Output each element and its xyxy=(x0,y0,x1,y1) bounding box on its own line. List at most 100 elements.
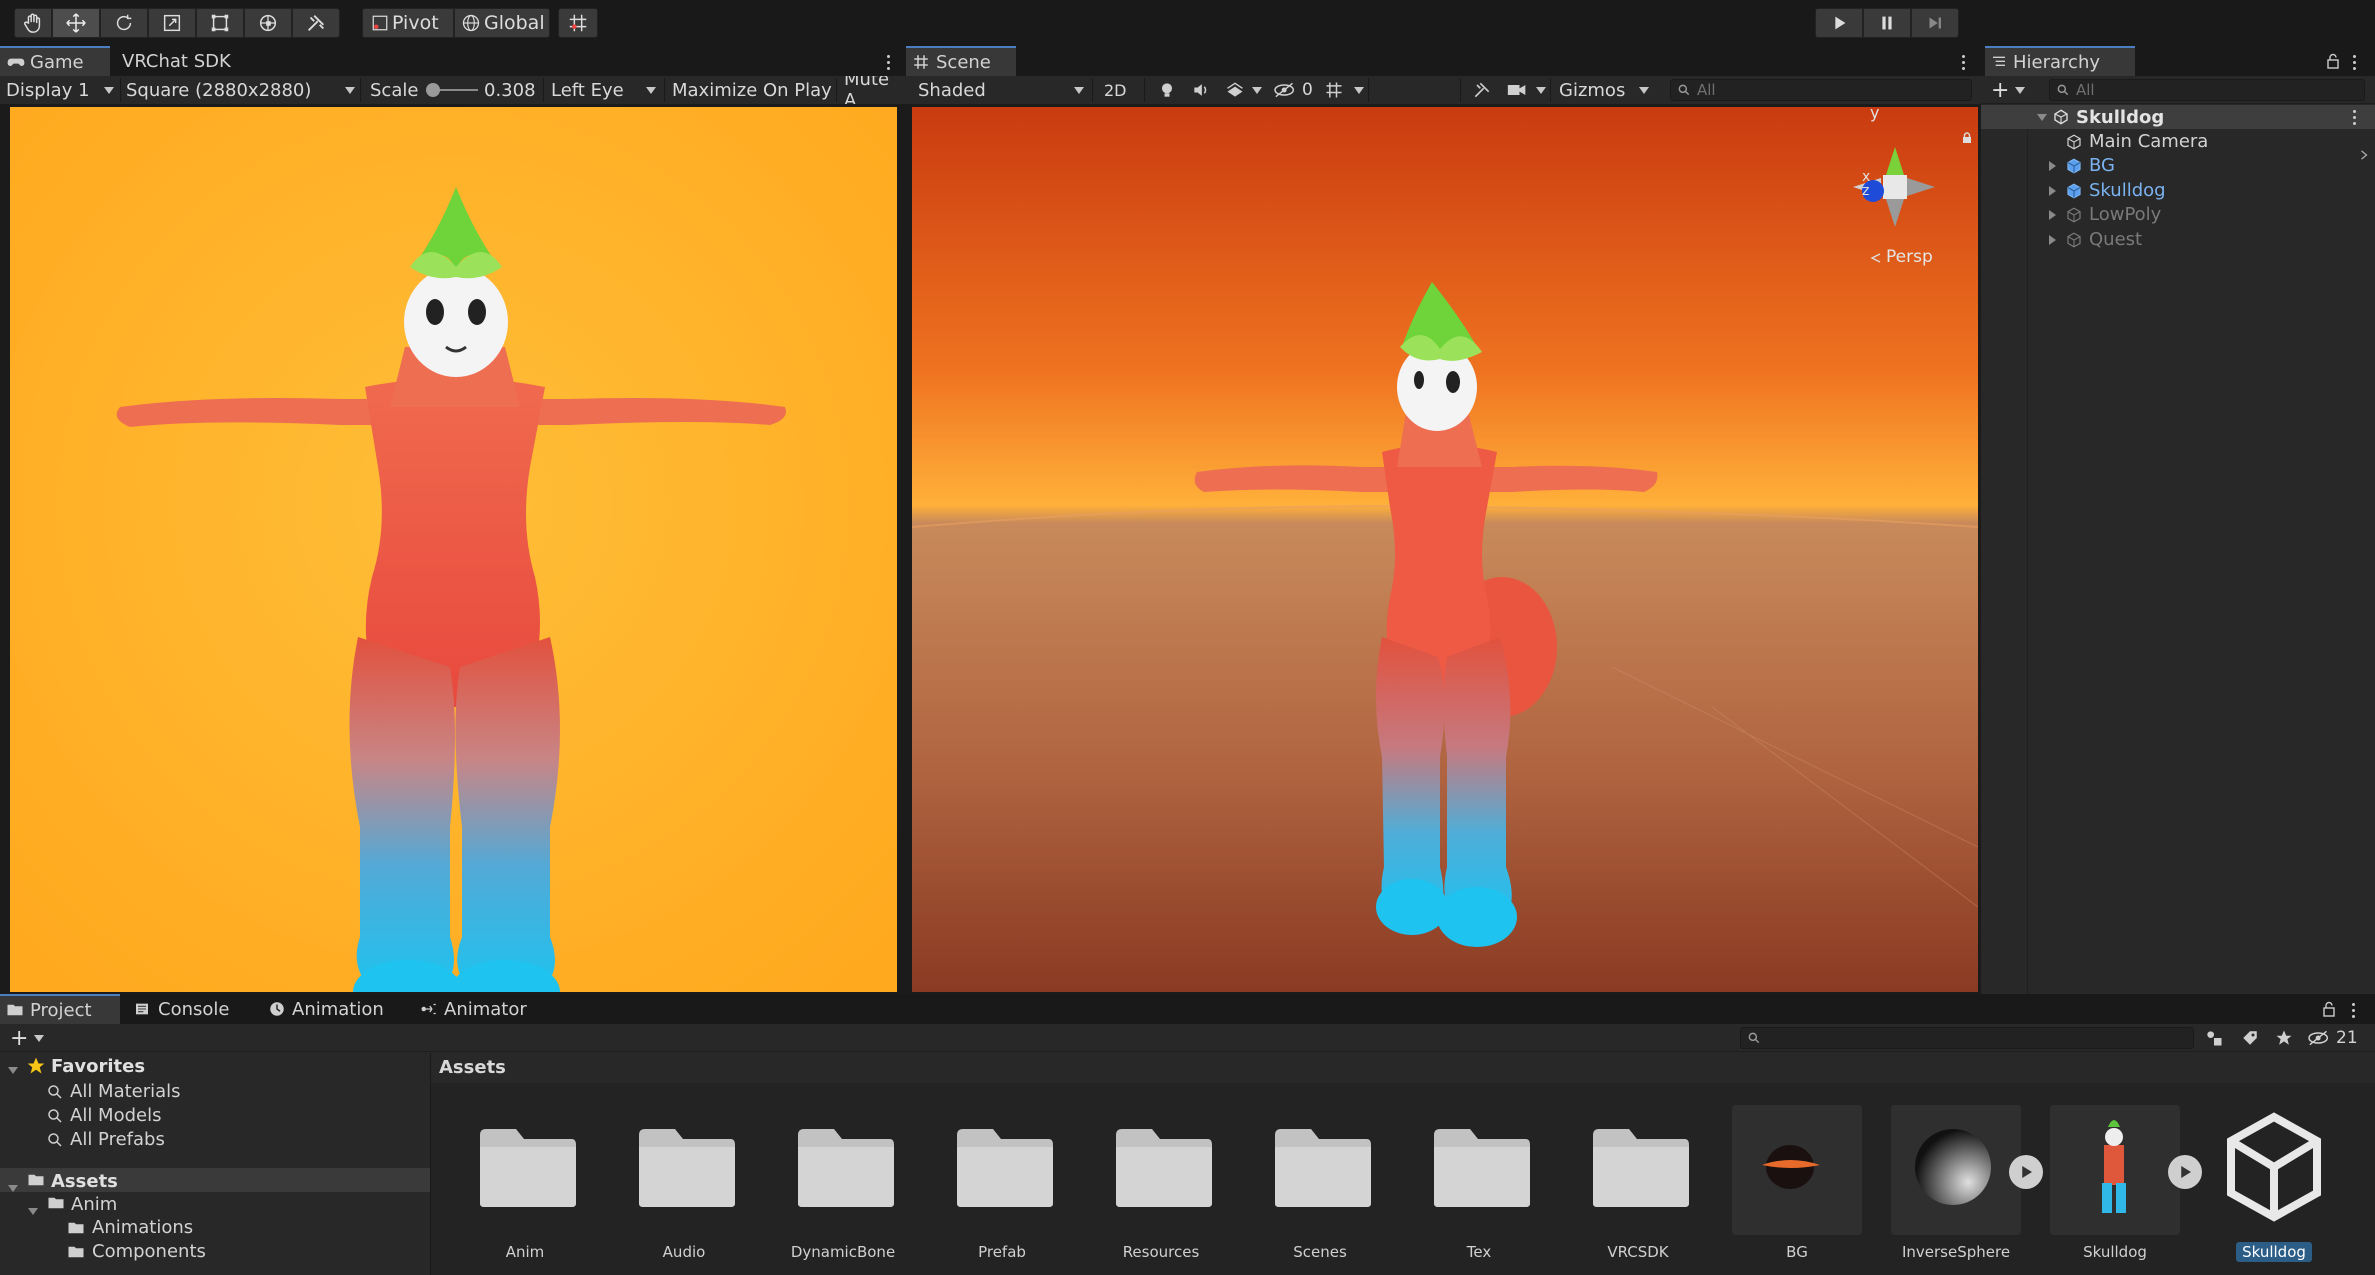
shading-mode-dropdown[interactable]: Shaded xyxy=(918,76,1088,104)
tools-icon[interactable] xyxy=(1470,79,1494,101)
prefab-expand-button[interactable] xyxy=(2009,1155,2043,1189)
anim-expand-arrow-icon[interactable] xyxy=(28,1200,38,1219)
game-panel-menu-icon[interactable] xyxy=(887,52,891,73)
asset-item[interactable]: Anim xyxy=(460,1105,590,1265)
hierarchy-lock-icon[interactable] xyxy=(2326,53,2340,69)
create-asset-chevron-icon[interactable] xyxy=(34,1035,44,1042)
game-view[interactable] xyxy=(10,107,897,1024)
global-toggle-button[interactable]: Global xyxy=(454,8,550,38)
asset-item[interactable]: Prefab xyxy=(937,1105,1067,1265)
gizmos-chevron-down-icon[interactable] xyxy=(1639,87,1649,94)
scene-view[interactable]: y x z Persp xyxy=(912,107,1978,992)
2d-mode-toggle[interactable]: 2D xyxy=(1104,76,1127,104)
expand-arrow-icon[interactable] xyxy=(2049,210,2056,220)
scene-search-input[interactable]: All xyxy=(1670,79,1972,101)
expand-arrow-slot[interactable] xyxy=(2049,229,2063,250)
asset-item[interactable]: Resources xyxy=(1096,1105,1226,1265)
tab-game[interactable]: Game xyxy=(0,46,110,76)
hierarchy-item[interactable]: LowPoly xyxy=(1981,203,2351,227)
project-menu-icon[interactable] xyxy=(2352,1000,2356,1021)
expand-arrow-icon[interactable] xyxy=(2049,234,2056,245)
rotate-tool-button[interactable] xyxy=(100,8,148,38)
folder-tree-item[interactable]: Animations xyxy=(66,1217,193,1239)
favorites-expand-arrow-icon[interactable] xyxy=(8,1059,18,1078)
mute-audio-toggle[interactable]: Mute A xyxy=(844,76,904,104)
create-chevron-down-icon[interactable] xyxy=(2015,87,2025,94)
scene-panel-menu-icon[interactable] xyxy=(1962,52,1966,73)
scale-slider-handle[interactable] xyxy=(426,83,440,97)
custom-tool-button[interactable] xyxy=(292,8,340,38)
transform-tool-button[interactable] xyxy=(244,8,292,38)
scene-row-menu-icon[interactable] xyxy=(2353,107,2357,128)
asset-item[interactable]: VRCSDK xyxy=(1573,1105,1703,1265)
favorites-label[interactable]: Favorites xyxy=(51,1058,145,1076)
expand-arrow-icon[interactable] xyxy=(2049,161,2056,171)
asset-item[interactable]: Skulldog xyxy=(2050,1105,2202,1265)
tab-hierarchy[interactable]: Hierarchy xyxy=(1985,46,2135,76)
gizmo-lock-icon[interactable] xyxy=(1961,129,1973,143)
asset-item[interactable]: DynamicBone xyxy=(778,1105,908,1265)
move-tool-button[interactable] xyxy=(52,8,100,38)
breadcrumb[interactable]: Assets xyxy=(439,1059,506,1077)
asset-item[interactable]: BG xyxy=(1732,1105,1862,1265)
project-search-input[interactable] xyxy=(1740,1027,2194,1049)
hidden-packages-icon[interactable] xyxy=(2304,1027,2334,1049)
anim-folder-label[interactable]: Anim xyxy=(71,1196,117,1214)
search-by-label-icon[interactable] xyxy=(2238,1027,2262,1049)
tab-console[interactable]: Console xyxy=(128,994,254,1024)
expand-arrow-slot[interactable] xyxy=(2049,155,2063,176)
lighting-toggle-icon[interactable] xyxy=(1156,79,1178,101)
hierarchy-item[interactable]: Skulldog xyxy=(1981,178,2351,202)
favorite-item[interactable]: All Prefabs xyxy=(46,1129,165,1151)
effects-chevron-down-icon[interactable] xyxy=(1252,87,1262,94)
display-dropdown[interactable]: Display 1 xyxy=(6,76,116,104)
prefab-expand-button[interactable] xyxy=(2168,1155,2202,1189)
grid-snap-button[interactable] xyxy=(558,8,598,38)
maximize-on-play-toggle[interactable]: Maximize On Play xyxy=(672,76,832,104)
eye-dropdown[interactable]: Left Eye xyxy=(551,76,661,104)
hand-tool-button[interactable] xyxy=(14,8,52,38)
expand-arrow-slot[interactable] xyxy=(2049,204,2063,225)
tab-scene[interactable]: Scene xyxy=(906,46,1016,76)
effects-toggle-icon[interactable] xyxy=(1224,79,1246,101)
create-object-button[interactable]: + xyxy=(1991,80,2009,102)
hierarchy-search-input[interactable]: All xyxy=(2049,79,2365,101)
resolution-dropdown[interactable]: Square (2880x2880) xyxy=(126,76,356,104)
search-by-type-icon[interactable] xyxy=(2202,1027,2226,1049)
tab-vrchat-sdk[interactable]: VRChat SDK xyxy=(116,46,276,76)
assets-expand-arrow-icon[interactable] xyxy=(8,1177,18,1196)
asset-item[interactable]: Scenes xyxy=(1255,1105,1385,1265)
rect-tool-button[interactable] xyxy=(196,8,244,38)
camera-icon[interactable] xyxy=(1504,79,1530,101)
expand-arrow-icon[interactable] xyxy=(2037,113,2047,121)
play-button[interactable] xyxy=(1815,8,1863,38)
expand-arrow-icon[interactable] xyxy=(2049,185,2056,196)
audio-toggle-icon[interactable] xyxy=(1190,79,1212,101)
grid-toggle-icon[interactable] xyxy=(1322,79,1346,101)
hierarchy-item[interactable]: Main Camera xyxy=(1981,129,2351,153)
pause-button[interactable] xyxy=(1863,8,1911,38)
grid-chevron-down-icon[interactable] xyxy=(1354,87,1364,94)
perspective-toggle[interactable]: Persp xyxy=(1870,249,1933,266)
create-asset-button[interactable]: + xyxy=(10,1028,28,1050)
scene-visibility-icon[interactable] xyxy=(1270,79,1300,101)
tab-project[interactable]: Project xyxy=(0,994,120,1024)
favorite-item[interactable]: All Materials xyxy=(46,1081,181,1103)
asset-item[interactable]: Skulldog xyxy=(2209,1105,2339,1265)
hierarchy-menu-icon[interactable] xyxy=(2353,52,2357,73)
scale-tool-button[interactable] xyxy=(148,8,196,38)
tab-animation[interactable]: Animation xyxy=(262,994,412,1024)
asset-item[interactable]: Audio xyxy=(619,1105,749,1265)
scene-root-row[interactable]: Skulldog xyxy=(1981,105,2375,129)
step-button[interactable] xyxy=(1911,8,1959,38)
camera-chevron-down-icon[interactable] xyxy=(1536,87,1546,94)
asset-item[interactable]: InverseSphere xyxy=(1891,1105,2043,1265)
tab-animator[interactable]: Animator xyxy=(414,994,544,1024)
project-lock-icon[interactable] xyxy=(2322,1001,2336,1017)
hierarchy-item[interactable]: BG xyxy=(1981,154,2351,178)
hierarchy-item[interactable]: Quest xyxy=(1981,227,2351,251)
asset-item[interactable]: Tex xyxy=(1414,1105,1544,1265)
expand-arrow-slot[interactable] xyxy=(2049,180,2063,201)
scene-nav-chevron-icon[interactable] xyxy=(2359,147,2369,166)
scale-slider-track[interactable] xyxy=(426,83,478,97)
